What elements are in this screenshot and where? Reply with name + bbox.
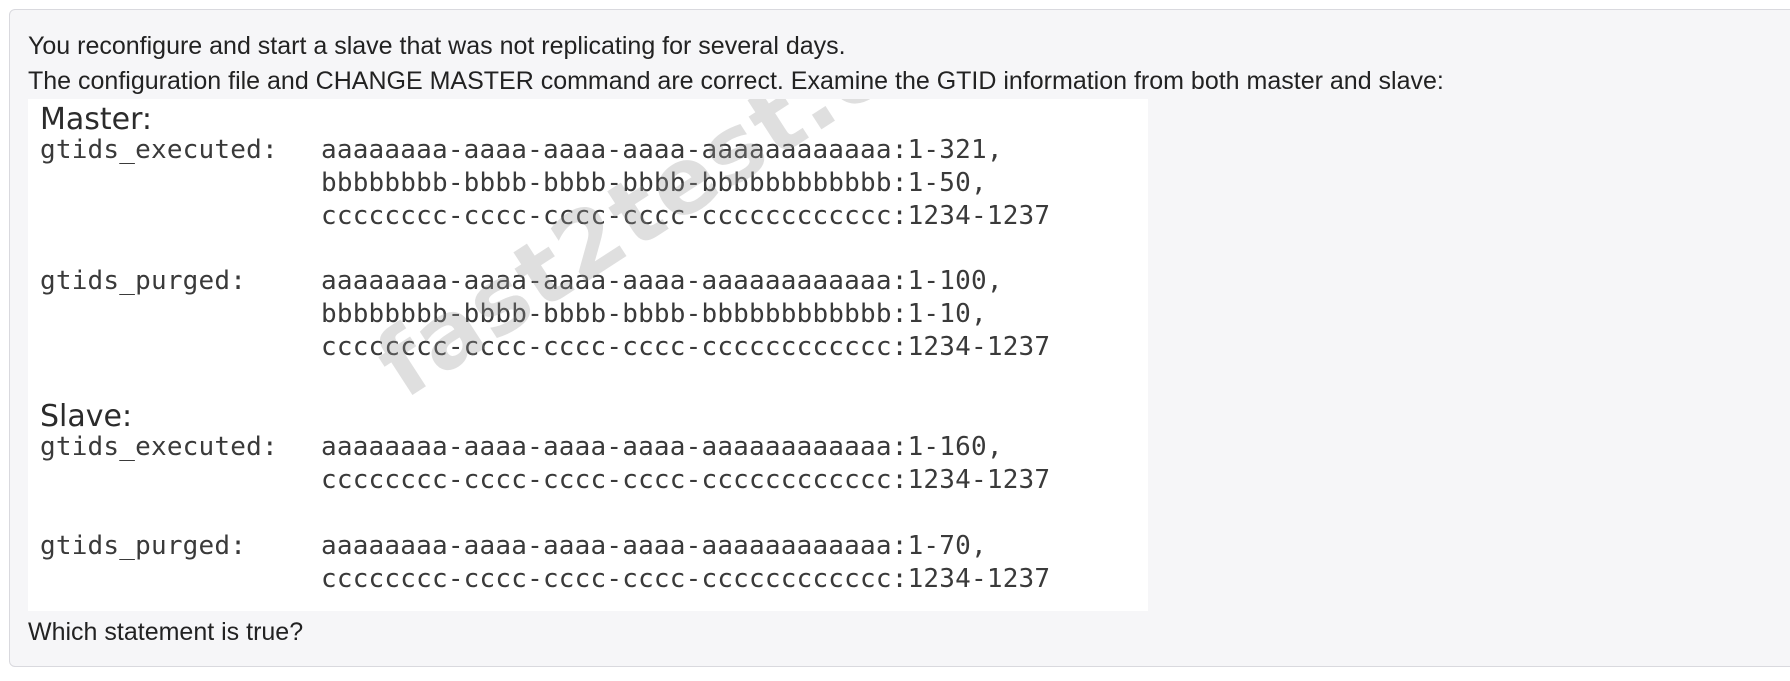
slave-executed-line-1: aaaaaaaa-aaaa-aaaa-aaaa-aaaaaaaaaaaa:1-1… — [321, 432, 1003, 462]
question-intro-text: You reconfigure and start a slave that w… — [28, 32, 846, 60]
master-purged-line-3: cccccccc-cccc-cccc-cccc-cccccccccccc:123… — [321, 332, 1051, 362]
slave-executed-line-2: cccccccc-cccc-cccc-cccc-cccccccccccc:123… — [321, 465, 1051, 495]
master-purged-label: gtids_purged: — [40, 266, 247, 296]
slave-executed-label: gtids_executed: — [40, 432, 278, 462]
question-prompt-text: Which statement is true? — [28, 618, 304, 646]
slave-heading: Slave: — [40, 399, 133, 434]
gtid-info-image: Master: gtids_executed: aaaaaaaa-aaaa-aa… — [28, 99, 1148, 611]
question-card: You reconfigure and start a slave that w… — [9, 9, 1790, 667]
master-heading: Master: — [40, 102, 153, 137]
master-executed-line-1: aaaaaaaa-aaaa-aaaa-aaaa-aaaaaaaaaaaa:1-3… — [321, 135, 1003, 165]
master-purged-line-1: aaaaaaaa-aaaa-aaaa-aaaa-aaaaaaaaaaaa:1-1… — [321, 266, 1003, 296]
master-purged-line-2: bbbbbbbb-bbbb-bbbb-bbbb-bbbbbbbbbbbb:1-1… — [321, 299, 987, 329]
slave-purged-line-2: cccccccc-cccc-cccc-cccc-cccccccccccc:123… — [321, 564, 1051, 594]
question-context-text: The configuration file and CHANGE MASTER… — [28, 67, 1444, 95]
master-executed-label: gtids_executed: — [40, 135, 278, 165]
slave-purged-label: gtids_purged: — [40, 531, 247, 561]
slave-purged-line-1: aaaaaaaa-aaaa-aaaa-aaaa-aaaaaaaaaaaa:1-7… — [321, 531, 987, 561]
master-executed-line-3: cccccccc-cccc-cccc-cccc-cccccccccccc:123… — [321, 201, 1051, 231]
master-executed-line-2: bbbbbbbb-bbbb-bbbb-bbbb-bbbbbbbbbbbb:1-5… — [321, 168, 987, 198]
